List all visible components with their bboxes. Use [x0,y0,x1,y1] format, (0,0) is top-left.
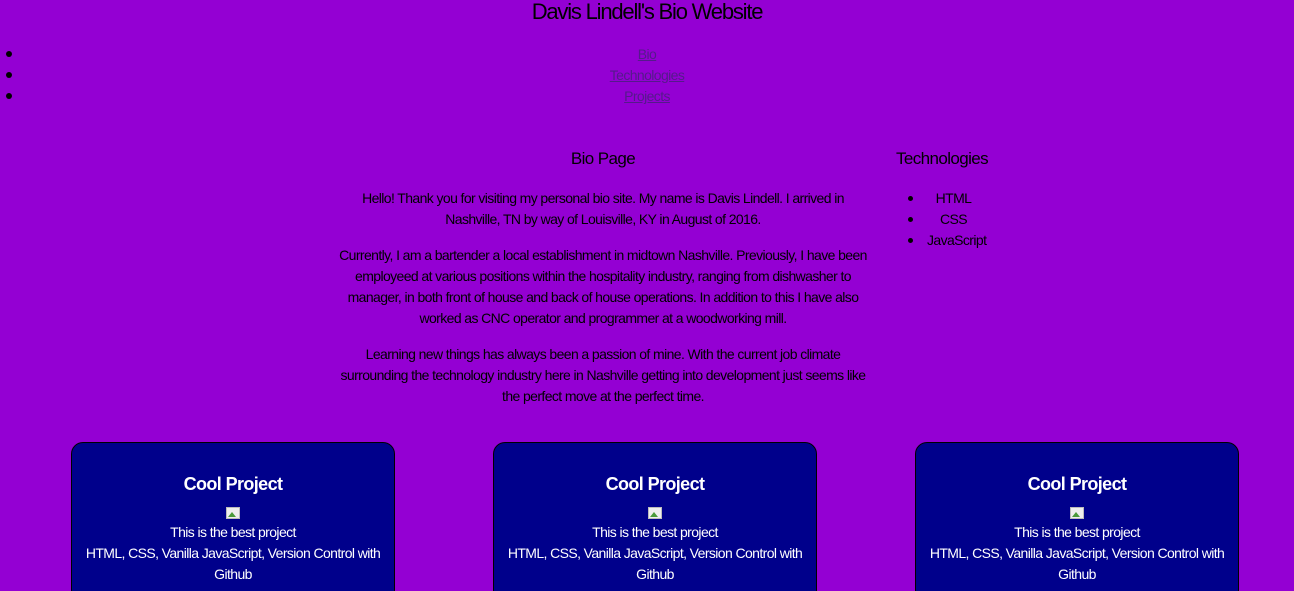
bullet-icon [6,72,12,78]
project-title: Cool Project [1027,474,1127,494]
technologies-heading: Technologies [896,149,989,168]
technology-item: HTML [896,188,980,209]
technology-label: CSS [940,211,968,227]
nav-link-projects[interactable]: Projects [624,88,670,104]
bio-section: Bio Page Hello! Thank you for visiting m… [335,148,871,422]
nav-item-bio: Bio [0,44,1294,65]
technology-item: JavaScript [896,230,987,251]
bio-paragraph: Hello! Thank you for visiting my persona… [362,190,844,227]
technology-item: CSS [896,209,980,230]
nav-item-technologies: Technologies [0,65,1294,86]
technology-label: JavaScript [927,232,987,248]
technology-label: HTML [935,190,972,206]
project-card: Cool Project This is the best project HT… [493,442,817,591]
broken-image-icon [648,507,662,519]
bullet-icon [908,196,913,201]
bullet-icon [6,51,12,57]
broken-image-icon [226,507,240,519]
project-description: This is the best project [592,524,718,540]
page-title: Davis Lindell's Bio Website [531,0,764,24]
bio-heading: Bio Page [570,149,636,168]
bullet-icon [6,93,12,99]
project-description: This is the best project [1014,524,1140,540]
bullet-icon [908,217,913,222]
project-stack: HTML, CSS, Vanilla JavaScript, Version C… [929,545,1225,582]
nav-item-projects: Projects [0,86,1294,107]
technologies-list: HTML CSS JavaScript [896,188,1036,251]
bullet-icon [908,238,913,243]
project-card: Cool Project This is the best project HT… [71,442,395,591]
broken-image-icon [1070,507,1084,519]
project-title: Cool Project [183,474,283,494]
technologies-section: Technologies HTML CSS JavaScript [896,148,1036,251]
project-stack: HTML, CSS, Vanilla JavaScript, Version C… [507,545,803,582]
bio-paragraph: Currently, I am a bartender a local esta… [339,247,867,326]
bio-paragraph: Learning new things has always been a pa… [340,346,867,404]
project-stack: HTML, CSS, Vanilla JavaScript, Version C… [85,545,381,582]
nav-link-technologies[interactable]: Technologies [610,67,685,83]
project-title: Cool Project [605,474,705,494]
project-description: This is the best project [170,524,296,540]
main-nav: Bio Technologies Projects [0,44,1294,107]
project-card: Cool Project This is the best project HT… [915,442,1239,591]
nav-link-bio[interactable]: Bio [638,46,657,62]
